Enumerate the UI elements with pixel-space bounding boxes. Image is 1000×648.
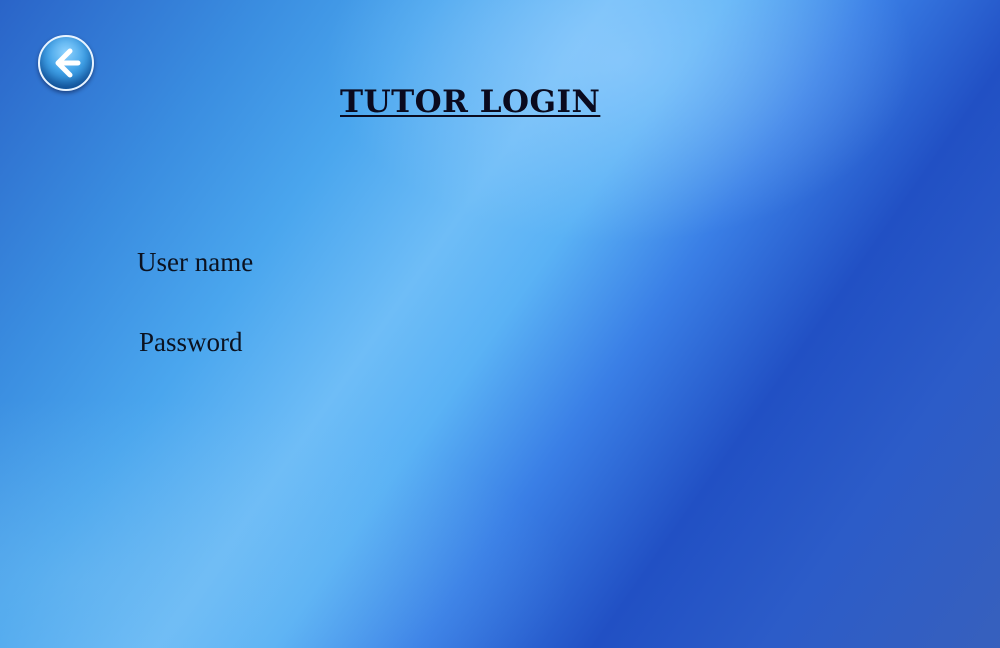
back-button[interactable] xyxy=(38,35,94,91)
page-title: TUTOR LOGIN xyxy=(340,84,601,120)
password-label: Password xyxy=(139,327,243,357)
login-screen: TUTOR LOGIN User name Password xyxy=(0,0,1000,648)
arrow-left-icon xyxy=(55,48,81,78)
username-label: User name xyxy=(137,247,254,277)
